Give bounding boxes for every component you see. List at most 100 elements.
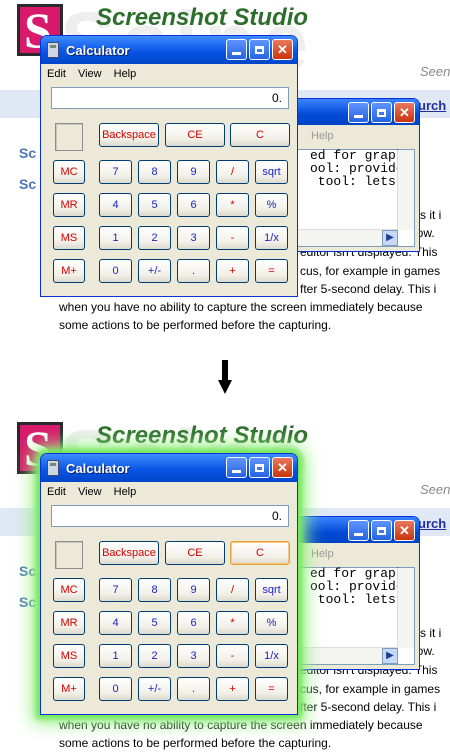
- notepad-text-area[interactable]: ed for graph ool: provide tool: lets ▶: [297, 567, 415, 665]
- calculator-display[interactable]: 0.: [51, 505, 289, 527]
- ce-button[interactable]: CE: [165, 123, 225, 147]
- key-button[interactable]: 6: [177, 611, 210, 635]
- key-button[interactable]: 1/x: [255, 644, 288, 668]
- key-button[interactable]: 5: [138, 193, 171, 217]
- calculator-window[interactable]: Calculator ✕ Edit View Help 0. Backspace…: [40, 453, 298, 715]
- maximize-button[interactable]: [249, 457, 270, 478]
- key-button[interactable]: *: [216, 611, 249, 635]
- notepad-window[interactable]: ✕ Help ed for graph ool: provide tool: l…: [282, 516, 420, 670]
- key-button[interactable]: 1: [99, 226, 132, 250]
- m-plus-button[interactable]: M+: [53, 677, 85, 701]
- notepad-menu-help[interactable]: Help: [311, 130, 334, 142]
- close-button[interactable]: ✕: [272, 457, 293, 478]
- key-button[interactable]: 5: [138, 611, 171, 635]
- key-button[interactable]: sqrt: [255, 160, 288, 184]
- key-button[interactable]: 1: [99, 644, 132, 668]
- side-link[interactable]: Sc: [19, 176, 36, 192]
- close-button[interactable]: ✕: [272, 39, 293, 60]
- key-button[interactable]: 0: [99, 677, 132, 701]
- key-button[interactable]: =: [255, 259, 288, 283]
- side-link[interactable]: Sc: [19, 563, 36, 579]
- key-button[interactable]: 9: [177, 160, 210, 184]
- key-button[interactable]: *: [216, 193, 249, 217]
- key-button[interactable]: 0: [99, 259, 132, 283]
- calculator-window[interactable]: Calculator ✕ Edit View Help 0. Backspace…: [40, 35, 298, 297]
- mc-button[interactable]: MC: [53, 578, 85, 602]
- key-button[interactable]: 8: [138, 160, 171, 184]
- close-button[interactable]: ✕: [394, 102, 415, 123]
- key-button[interactable]: /: [216, 160, 249, 184]
- purchase-link[interactable]: urch: [418, 98, 446, 113]
- backspace-button[interactable]: Backspace: [99, 541, 159, 565]
- maximize-button[interactable]: [371, 520, 392, 541]
- key-button[interactable]: +: [216, 677, 249, 701]
- ce-button[interactable]: CE: [165, 541, 225, 565]
- key-button[interactable]: -: [216, 226, 249, 250]
- backspace-button[interactable]: Backspace: [99, 123, 159, 147]
- menu-view[interactable]: View: [78, 68, 102, 80]
- menu-edit[interactable]: Edit: [47, 486, 66, 498]
- key-button[interactable]: 8: [138, 578, 171, 602]
- ms-button[interactable]: MS: [53, 226, 85, 250]
- key-button[interactable]: +/-: [138, 259, 171, 283]
- key-button[interactable]: 4: [99, 611, 132, 635]
- notepad-window[interactable]: ✕ Help ed for graph ool: provide tool: l…: [282, 98, 420, 252]
- menu-help[interactable]: Help: [114, 68, 137, 80]
- purchase-link[interactable]: urch: [418, 516, 446, 531]
- ms-button[interactable]: MS: [53, 644, 85, 668]
- mr-button[interactable]: MR: [53, 193, 85, 217]
- vertical-scrollbar[interactable]: [397, 568, 414, 648]
- key-button[interactable]: .: [177, 259, 210, 283]
- key-button[interactable]: .: [177, 677, 210, 701]
- notepad-title-bar[interactable]: ✕: [283, 517, 419, 543]
- key-button[interactable]: 3: [177, 644, 210, 668]
- key-button[interactable]: %: [255, 193, 288, 217]
- minimize-button[interactable]: [348, 520, 369, 541]
- page-text: fter 5-second delay. This i: [300, 700, 437, 714]
- calculator-icon: [47, 42, 59, 58]
- vertical-scrollbar[interactable]: [397, 150, 414, 230]
- m-plus-button[interactable]: M+: [53, 259, 85, 283]
- notepad-text-area[interactable]: ed for graph ool: provide tool: lets ▶: [297, 149, 415, 247]
- key-button[interactable]: 7: [99, 160, 132, 184]
- key-button[interactable]: 1/x: [255, 226, 288, 250]
- menu-view[interactable]: View: [78, 486, 102, 498]
- minimize-button[interactable]: [226, 457, 247, 478]
- key-button[interactable]: %: [255, 611, 288, 635]
- notepad-title-bar[interactable]: ✕: [283, 99, 419, 125]
- key-button[interactable]: 2: [138, 226, 171, 250]
- scroll-right-icon[interactable]: ▶: [382, 648, 398, 664]
- key-button[interactable]: =: [255, 677, 288, 701]
- notepad-line: tool: lets: [310, 174, 396, 189]
- scroll-right-icon[interactable]: ▶: [382, 230, 398, 246]
- key-button[interactable]: 2: [138, 644, 171, 668]
- key-button[interactable]: +: [216, 259, 249, 283]
- key-button[interactable]: 6: [177, 193, 210, 217]
- mr-button[interactable]: MR: [53, 611, 85, 635]
- calculator-display[interactable]: 0.: [51, 87, 289, 109]
- menu-edit[interactable]: Edit: [47, 68, 66, 80]
- key-button[interactable]: /: [216, 578, 249, 602]
- menu-help[interactable]: Help: [114, 486, 137, 498]
- key-button[interactable]: 7: [99, 578, 132, 602]
- side-link[interactable]: Sc: [19, 594, 36, 610]
- minimize-button[interactable]: [226, 39, 247, 60]
- mc-button[interactable]: MC: [53, 160, 85, 184]
- calculator-title-bar[interactable]: Calculator ✕: [41, 454, 297, 482]
- maximize-button[interactable]: [371, 102, 392, 123]
- key-button[interactable]: +/-: [138, 677, 171, 701]
- key-button[interactable]: 4: [99, 193, 132, 217]
- c-button[interactable]: C: [230, 541, 290, 565]
- caption-buttons: ✕: [226, 457, 293, 478]
- calculator-title-bar[interactable]: Calculator ✕: [41, 36, 297, 64]
- key-button[interactable]: 9: [177, 578, 210, 602]
- key-button[interactable]: 3: [177, 226, 210, 250]
- notepad-menu-help[interactable]: Help: [311, 548, 334, 560]
- minimize-button[interactable]: [348, 102, 369, 123]
- close-button[interactable]: ✕: [394, 520, 415, 541]
- c-button[interactable]: C: [230, 123, 290, 147]
- side-link[interactable]: Sc: [19, 145, 36, 161]
- maximize-button[interactable]: [249, 39, 270, 60]
- key-button[interactable]: sqrt: [255, 578, 288, 602]
- key-button[interactable]: -: [216, 644, 249, 668]
